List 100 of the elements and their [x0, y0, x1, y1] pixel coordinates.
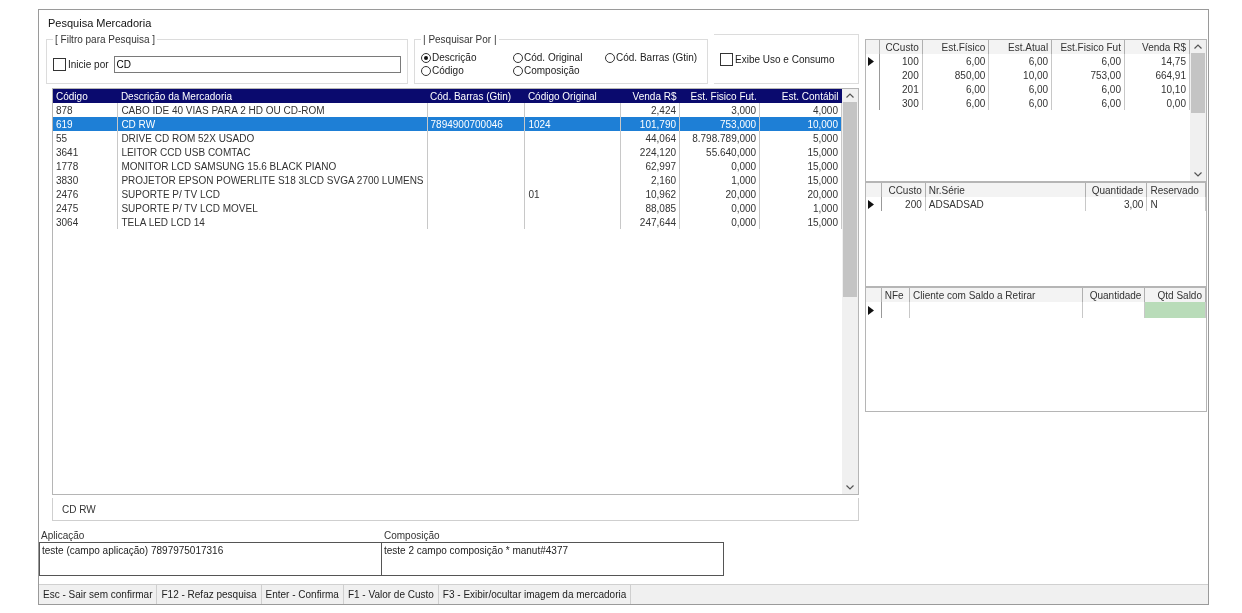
scroll-up-icon[interactable] [846, 93, 854, 98]
table-cell: 6,00 [1051, 82, 1125, 96]
consumption-checkbox[interactable] [720, 52, 733, 66]
table-row[interactable]: 2475 SUPORTE P/ TV LCD MOVEL 88,085 0,000 1,000 [53, 201, 842, 215]
row-pointer-icon [868, 305, 874, 315]
column-header[interactable]: Reservado [1146, 183, 1206, 197]
table-cell: 1024 [524, 117, 621, 131]
column-header[interactable]: Est.Fisico Fut [1051, 40, 1125, 54]
table-cell: 619 [53, 117, 118, 131]
column-header[interactable]: Quantidade [1085, 183, 1147, 197]
column-header[interactable]: Est. Fisico Fut. [679, 89, 760, 103]
row-pointer-icon [868, 56, 874, 66]
row-pointer-icon [868, 199, 874, 209]
composition-field[interactable]: teste 2 campo composição * manut#4377 [382, 542, 724, 576]
table-cell: 6,00 [988, 82, 1052, 96]
column-header[interactable]: Nr.Série [925, 183, 1086, 197]
table-cell: 10,000 [759, 117, 842, 131]
table-cell: 15,000 [759, 173, 842, 187]
table-cell: LEITOR CCD USB COMTAC [117, 145, 428, 159]
search-by-legend: | Pesquisar Por | [421, 34, 499, 45]
table-row[interactable]: 2476 SUPORTE P/ TV LCD 01 10,962 20,000 20,000 [53, 187, 842, 201]
application-field[interactable]: teste (campo aplicação) 7897975017316 [39, 542, 382, 576]
table-cell: 3830 [53, 173, 118, 187]
table-cell: 753,000 [679, 117, 760, 131]
table-cell: 0,00 [1124, 96, 1190, 110]
table-cell: 88,085 [620, 201, 680, 215]
table-cell: 55.640,000 [679, 145, 760, 159]
table-cell: 10,962 [620, 187, 680, 201]
composition-label: Composição [383, 530, 441, 542]
column-header[interactable]: Código Original [524, 89, 621, 103]
table-row[interactable]: 200 ADSADSAD 3,00 N [866, 197, 1206, 211]
radio-label: Cód. Original [524, 52, 583, 63]
table-row[interactable]: 1778 MONITOR LCD SAMSUNG 15.6 BLACK PIANO 62,997 0,000 15,000 [53, 159, 842, 173]
scrollbar[interactable] [842, 89, 858, 494]
table-row[interactable]: 3064 TELA LED LCD 14 247,644 0,000 15,000 [53, 215, 842, 229]
column-header[interactable]: Cliente com Saldo a Retirar [909, 288, 1083, 302]
search-field[interactable]: CD [113, 55, 401, 73]
table-cell: 6,00 [922, 54, 989, 68]
column-header[interactable]: NFe [881, 288, 910, 302]
scrollbar[interactable] [1190, 40, 1206, 181]
table-cell: 0,000 [679, 201, 760, 215]
scroll-up-icon[interactable] [1194, 44, 1202, 49]
column-header[interactable]: Descrição da Mercadoria [117, 89, 428, 103]
column-header[interactable]: Est.Atual [988, 40, 1052, 54]
table-row[interactable]: 55 DRIVE CD ROM 52X USADO 44,064 8.798.789,000 5,000 [53, 131, 842, 145]
table-cell: 20,000 [679, 187, 760, 201]
table-cell: 200 [879, 68, 923, 82]
table-row[interactable]: 300 6,00 6,00 6,00 0,00 [866, 96, 1190, 110]
radio-label: Cód. Barras (Gtin) [616, 52, 698, 63]
table-cell: 01 [524, 187, 621, 201]
column-header[interactable]: Venda R$ [1124, 40, 1190, 54]
table-cell: 2476 [53, 187, 118, 201]
table-cell: CD RW [117, 117, 428, 131]
starts-with-checkbox[interactable] [53, 57, 66, 71]
scroll-down-icon[interactable] [846, 485, 854, 490]
description-text: CD RW [52, 498, 859, 521]
table-cell: 100 [879, 54, 923, 68]
column-header[interactable]: Cód. Barras (Gtin) [427, 89, 525, 103]
table-cell: 3641 [53, 145, 118, 159]
table-cell: 200 [881, 197, 926, 211]
radio-label: Descrição [432, 52, 477, 63]
table-row[interactable]: 200 850,00 10,00 753,00 664,91 [866, 68, 1190, 82]
table-cell: 7894900700046 [427, 117, 525, 131]
column-header[interactable]: Venda R$ [620, 89, 680, 103]
column-header[interactable]: CCusto [881, 183, 926, 197]
table-cell [1144, 302, 1206, 318]
column-header[interactable]: Est. Contábil [759, 89, 842, 103]
table-cell: MONITOR LCD SAMSUNG 15.6 BLACK PIANO [117, 159, 428, 173]
table-cell: 0,000 [679, 159, 760, 173]
table-cell: 62,997 [620, 159, 680, 173]
checkbox-label: Exibe Uso e Consumo [735, 53, 835, 65]
table-cell: 1,000 [759, 201, 842, 215]
table-cell: 5,000 [759, 131, 842, 145]
table-cell: SUPORTE P/ TV LCD MOVEL [117, 201, 428, 215]
table-row[interactable]: 100 6,00 6,00 6,00 14,75 [866, 54, 1190, 68]
scroll-down-icon[interactable] [1194, 172, 1202, 177]
table-cell: 247,644 [620, 215, 680, 229]
table-cell: 201 [879, 82, 923, 96]
table-row[interactable]: 3830 PROJETOR EPSON POWERLITE S18 3LCD SVGA 2700 LUMENS 2,160 1,000 15,000 [53, 173, 842, 187]
table-cell: N [1146, 197, 1206, 211]
shortcut-hint: Enter - Confirma [261, 585, 344, 604]
filter-legend: [ Filtro para Pesquisa ] [53, 34, 158, 45]
shortcut-hint: Esc - Sair sem confirmar [39, 585, 158, 604]
table-cell: TELA LED LCD 14 [117, 215, 428, 229]
column-header[interactable]: Qtd Saldo [1144, 288, 1206, 302]
table-cell: 8.798.789,000 [679, 131, 760, 145]
table-row[interactable]: 201 6,00 6,00 6,00 10,10 [866, 82, 1190, 96]
column-header[interactable]: Código [53, 89, 118, 103]
table-row[interactable]: 619 CD RW 7894900700046 1024 101,790 753,000 10,000 [53, 117, 842, 131]
table-cell: 850,00 [922, 68, 989, 82]
column-header[interactable]: Est.Físico [922, 40, 989, 54]
table-cell: 10,00 [988, 68, 1052, 82]
table-cell: 101,790 [620, 117, 680, 131]
radio-label: Composição [524, 65, 580, 76]
table-cell: 2475 [53, 201, 118, 215]
column-header[interactable]: CCusto [879, 40, 923, 54]
column-header[interactable]: Quantidade [1082, 288, 1145, 302]
table-cell: 15,000 [759, 159, 842, 173]
table-row[interactable]: 3641 LEITOR CCD USB COMTAC 224,120 55.640,000 15,000 [53, 145, 842, 159]
shortcut-hint: F1 - Valor de Custo [343, 585, 439, 604]
